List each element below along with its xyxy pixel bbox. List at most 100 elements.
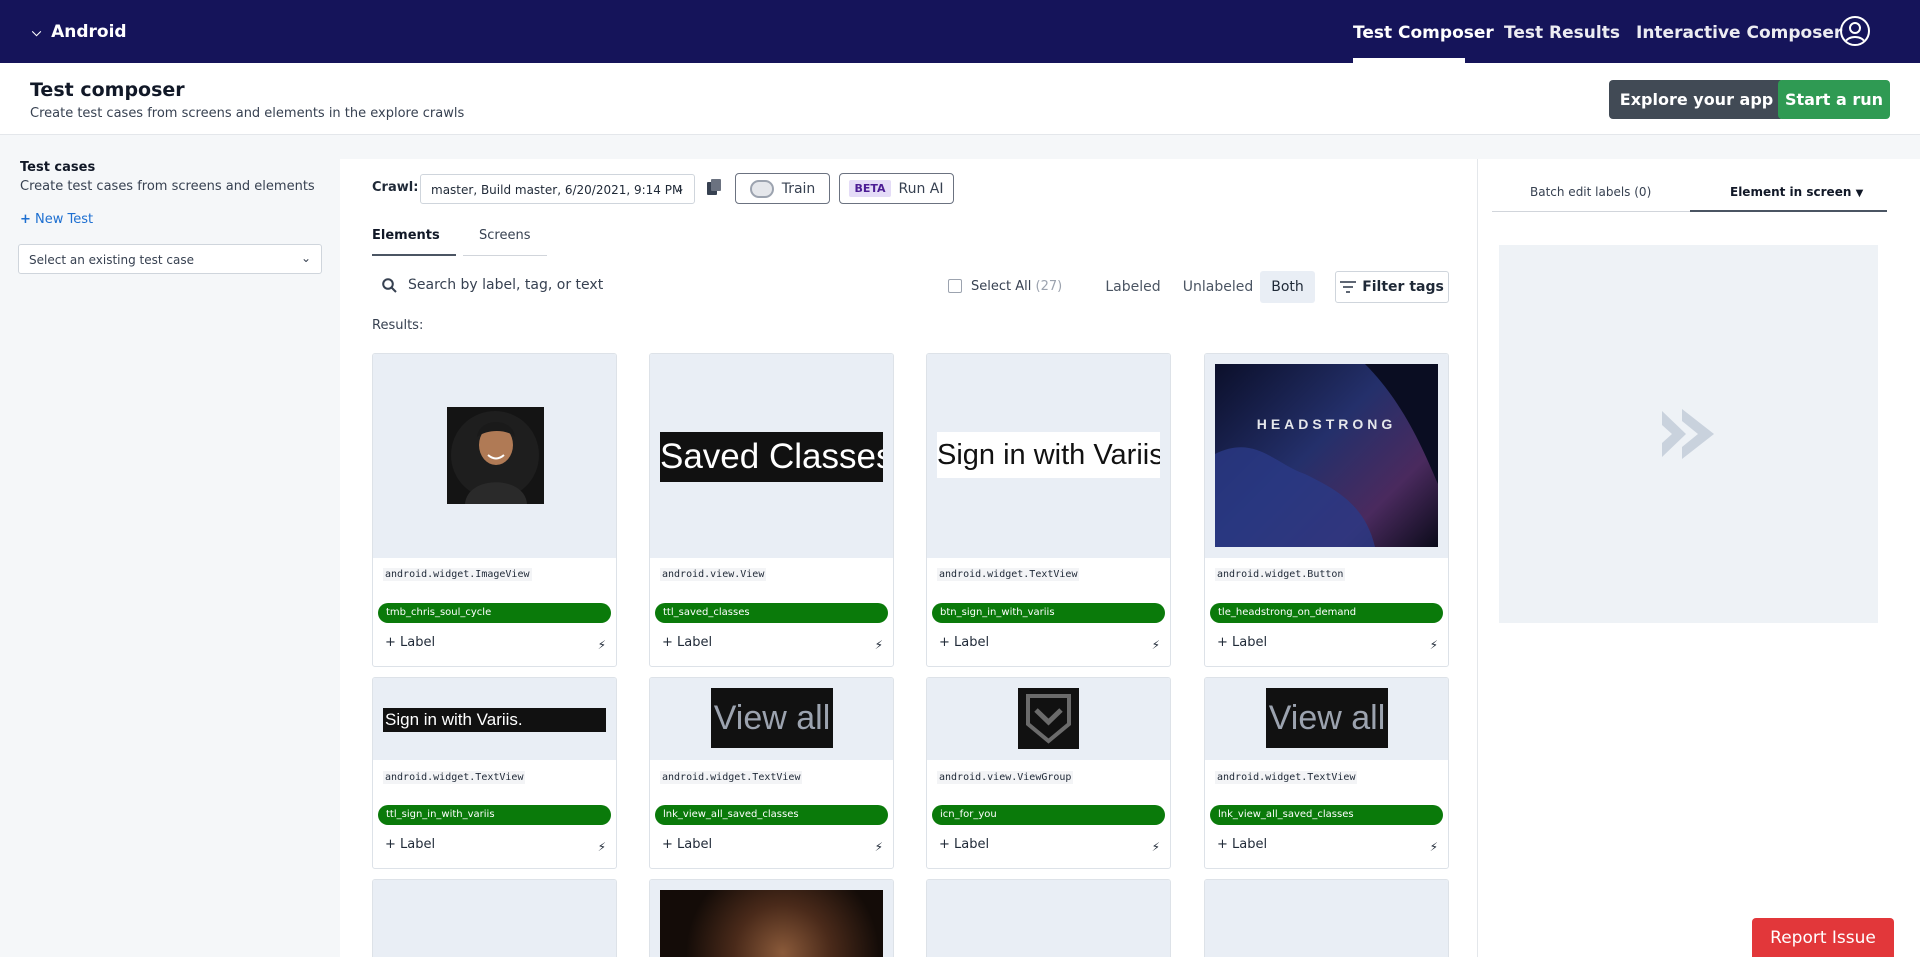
element-class: android.widget.TextView <box>660 771 803 784</box>
element-card[interactable]: View all android.widget.TextView lnk_vie… <box>1204 677 1449 869</box>
class-image <box>660 890 883 957</box>
tab-test-results[interactable]: Test Results <box>1504 23 1620 43</box>
element-tag[interactable]: lnk_view_all_saved_classes <box>1210 805 1443 825</box>
train-label: Train <box>781 180 816 197</box>
results-label: Results: <box>372 318 424 333</box>
main-panel: Crawl: master, Build master, 6/20/2021, … <box>340 159 1477 957</box>
tab-batch-edit-labels[interactable]: Batch edit labels (0) <box>1530 185 1651 199</box>
new-test-label: New Test <box>35 212 94 227</box>
element-card[interactable]: Sign in with Variis. android.widget.Text… <box>372 677 617 869</box>
element-class: android.view.View <box>660 568 767 581</box>
search-input[interactable] <box>408 273 708 297</box>
crawl-select[interactable]: master, Build master, 6/20/2021, 9:14 PM… <box>420 174 695 204</box>
filter-tags-label: Filter tags <box>1362 279 1444 295</box>
lightning-icon[interactable]: ⚡︎ <box>1430 638 1438 652</box>
report-issue-button[interactable]: Report Issue <box>1752 918 1894 957</box>
element-card[interactable] <box>372 879 617 957</box>
tab-elements[interactable]: Elements <box>372 228 440 243</box>
element-thumbnail: Sign in with Variis <box>927 354 1170 558</box>
filter-labeled[interactable]: Labeled <box>1098 271 1168 303</box>
filter-both[interactable]: Both <box>1260 271 1315 303</box>
select-all-count: (27) <box>1035 279 1063 294</box>
add-label-button[interactable]: + Label <box>662 635 712 650</box>
active-tab-indicator <box>372 254 456 256</box>
chevron-down-icon: ▼ <box>1855 188 1864 199</box>
element-class: android.widget.TextView <box>937 568 1080 581</box>
crawl-label: Crawl: <box>372 180 419 195</box>
element-card[interactable]: android.view.ViewGroup icn_for_you + Lab… <box>926 677 1171 869</box>
add-label-button[interactable]: + Label <box>1217 635 1267 650</box>
search-icon <box>382 278 397 293</box>
element-tag[interactable]: lnk_view_all_saved_classes <box>655 805 888 825</box>
app-switcher[interactable]: ⌵ Android <box>32 22 127 42</box>
element-class: android.widget.TextView <box>383 771 526 784</box>
element-card[interactable] <box>1204 879 1449 957</box>
add-label-button[interactable]: + Label <box>385 837 435 852</box>
copy-icon[interactable] <box>707 179 721 195</box>
test-case-select-label: Select an existing test case <box>29 253 194 267</box>
lightning-icon[interactable]: ⚡︎ <box>875 638 883 652</box>
tab-divider <box>1492 211 1704 212</box>
filter-tags-button[interactable]: Filter tags <box>1335 271 1449 303</box>
add-label-button[interactable]: + Label <box>939 837 989 852</box>
element-tag[interactable]: ttl_saved_classes <box>655 603 888 623</box>
element-tag[interactable]: icn_for_you <box>932 805 1165 825</box>
test-case-select[interactable]: Select an existing test case ⌄ <box>18 244 322 274</box>
tab-interactive-composer[interactable]: Interactive Composer <box>1636 23 1842 43</box>
element-tag[interactable]: tle_headstrong_on_demand <box>1210 603 1443 623</box>
element-tag[interactable]: btn_sign_in_with_variis <box>932 603 1165 623</box>
run-ai-button[interactable]: BETA Run AI <box>839 173 954 204</box>
select-all-checkbox[interactable] <box>948 279 962 293</box>
element-tag[interactable]: tmb_chris_soul_cycle <box>378 603 611 623</box>
select-all-text: Select All <box>971 279 1032 294</box>
add-label-button[interactable]: + Label <box>939 635 989 650</box>
lightning-icon[interactable]: ⚡︎ <box>598 638 606 652</box>
element-card[interactable]: Sign in with Variis android.widget.TextV… <box>926 353 1171 667</box>
lightning-icon[interactable]: ⚡︎ <box>598 840 606 854</box>
add-label-button[interactable]: + Label <box>1217 837 1267 852</box>
tab-element-in-screen[interactable]: Element in screen ▼ <box>1730 185 1863 199</box>
element-thumbnail <box>373 354 616 558</box>
element-card[interactable]: View all android.widget.TextView lnk_vie… <box>649 677 894 869</box>
element-detail-panel: Batch edit labels (0) Element in screen … <box>1477 159 1920 957</box>
page-subtitle: Create test cases from screens and eleme… <box>30 106 465 121</box>
train-button[interactable]: Train <box>735 173 830 204</box>
explore-app-button[interactable]: Explore your app <box>1609 80 1784 119</box>
lightning-icon[interactable]: ⚡︎ <box>1152 638 1160 652</box>
robot-icon <box>749 179 774 198</box>
app-name: Android <box>51 22 127 42</box>
lightning-icon[interactable]: ⚡︎ <box>1430 840 1438 854</box>
lightning-icon[interactable]: ⚡︎ <box>1152 840 1160 854</box>
filter-unlabeled[interactable]: Unlabeled <box>1178 271 1258 303</box>
element-class: android.view.ViewGroup <box>937 771 1074 784</box>
add-label-button[interactable]: + Label <box>385 635 435 650</box>
element-thumbnail <box>927 880 1170 957</box>
thumbnail-text: Saved Classes <box>660 432 883 482</box>
element-thumbnail: Saved Classes <box>650 354 893 558</box>
filter-icon <box>1340 281 1357 293</box>
tab-test-composer[interactable]: Test Composer <box>1353 23 1494 43</box>
test-cases-panel: Test cases Create test cases from screen… <box>0 136 340 957</box>
start-run-button[interactable]: Start a run <box>1778 80 1890 119</box>
element-class: android.widget.TextView <box>1215 771 1358 784</box>
add-label-button[interactable]: + Label <box>662 837 712 852</box>
portrait-image <box>447 407 544 504</box>
top-nav: ⌵ Android Test Composer Test Results Int… <box>0 0 1920 63</box>
element-card[interactable] <box>649 879 894 957</box>
thumbnail-text: View all <box>711 688 833 748</box>
element-thumbnail: HEADSTRONG <box>1205 354 1448 558</box>
element-card[interactable]: HEADSTRONG android.widget.Button tle_hea… <box>1204 353 1449 667</box>
element-card[interactable] <box>926 879 1171 957</box>
test-cases-title: Test cases <box>20 160 96 175</box>
element-tag[interactable]: ttl_sign_in_with_variis <box>378 805 611 825</box>
select-all-label[interactable]: Select All (27) <box>971 279 1062 294</box>
element-class: android.widget.ImageView <box>383 568 532 581</box>
element-card[interactable]: Saved Classes android.view.View ttl_save… <box>649 353 894 667</box>
tab-screens[interactable]: Screens <box>479 228 530 243</box>
user-avatar-icon[interactable] <box>1840 16 1870 46</box>
lightning-icon[interactable]: ⚡︎ <box>875 840 883 854</box>
thumbnail-text: HEADSTRONG <box>1256 416 1397 432</box>
new-test-link[interactable]: + New Test <box>20 212 93 227</box>
element-card[interactable]: android.widget.ImageView tmb_chris_soul_… <box>372 353 617 667</box>
test-cases-subtitle: Create test cases from screens and eleme… <box>20 179 315 194</box>
